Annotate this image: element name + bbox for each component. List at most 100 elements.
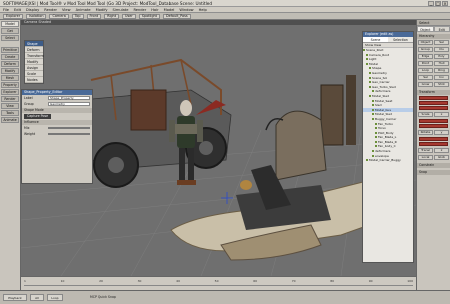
menu-render-2[interactable]: Render [133,8,146,12]
toolbar-spotlight-button[interactable]: Spotlight [138,13,161,19]
select-loop-button[interactable]: Loop [418,68,433,73]
explorer-tab-scene[interactable]: Scene [363,37,388,42]
group-field[interactable]: Geometry [48,102,90,106]
select-poly-button[interactable]: Poly [434,54,449,59]
node-icon [372,104,374,107]
menu-window[interactable]: Window [179,8,193,12]
node-icon [372,113,374,116]
left-tab-get[interactable]: Get [1,28,19,34]
scale-button[interactable]: Scale [418,112,433,117]
select-shrink-button[interactable]: Shrk [434,82,449,87]
select-sel-button[interactable]: Sel [434,40,449,45]
menu-render[interactable]: Render [44,8,57,12]
explorer-tab-selection[interactable]: Selection [388,37,413,42]
weight-slider[interactable] [48,133,90,135]
right-tab-object[interactable]: Object [417,26,434,32]
menu-hair[interactable]: Hair [151,8,158,12]
context-item-nodes[interactable]: Nodes [25,77,43,83]
select-all-button[interactable]: Sel [418,75,433,80]
toolbar-front-button[interactable]: Front [86,13,102,19]
menu-model[interactable]: Model [164,8,175,12]
select-edge-button[interactable]: Edge [418,54,433,59]
toolbar-top-button[interactable]: Top [71,13,84,19]
property-row-group: Group Geometry [22,101,92,107]
rotate-y-field[interactable] [419,124,448,128]
explorer-item[interactable]: Model_Carrier_Buggy [363,158,413,163]
snap-section[interactable]: Snap [417,170,450,175]
menu-display[interactable]: Display [26,8,39,12]
menu-edit[interactable]: Edit [14,8,21,12]
minimize-button[interactable]: _ [428,1,434,6]
mix-label: Mix [24,126,30,130]
transform-section[interactable]: Transform [417,90,450,95]
local-button[interactable]: Local [418,155,433,160]
translate-x-field[interactable] [419,137,448,141]
menu-help[interactable]: Help [199,8,207,12]
explorer-item-label: Model_Seat [375,98,393,103]
global-button[interactable]: Glob [434,155,449,160]
playback-button[interactable]: Playback [3,294,27,301]
mix-slider[interactable] [48,127,90,129]
left-tab-primitive[interactable]: Primitive [1,47,19,53]
select-grow-button[interactable]: Grow [418,82,433,87]
menu-file[interactable]: File [3,8,9,12]
translate-button[interactable]: Transl [418,148,433,153]
left-tab-model[interactable]: Model [1,21,19,27]
window-controls: _ □ × [428,1,448,6]
left-tab-deform[interactable]: Deform [1,61,19,67]
explorer-item-label: deformers [375,149,391,154]
left-tab-tools[interactable]: Tools [1,110,19,116]
select-group-button[interactable]: Group [418,47,433,52]
loop-button[interactable]: Loop [47,294,63,301]
toolbar-isolation-button[interactable]: Isolation [26,13,47,19]
left-tab-select[interactable]: Select [1,35,19,41]
rotate-button[interactable]: Rotate [418,130,433,135]
select-cluster-button[interactable]: Clu [434,47,449,52]
menu-animate[interactable]: Animate [76,8,91,12]
scale-x-field[interactable] [419,96,448,100]
select-invert-button[interactable]: Inv [434,75,449,80]
all-button[interactable]: All [30,294,44,301]
explorer-item-label: Light [369,57,377,62]
rotate-x-field[interactable] [419,119,448,123]
left-tab-mesh[interactable]: Mesh [1,75,19,81]
select-point-button[interactable]: Point [418,61,433,66]
select-object-button[interactable]: Object [418,40,433,45]
toolbar-explorer-button[interactable]: Explorer [3,13,24,19]
menu-modify[interactable]: Modify [96,8,108,12]
maximize-button[interactable]: □ [435,1,441,6]
scale-y-field[interactable] [419,101,448,105]
left-tab-explorer[interactable]: Explorer [1,89,19,95]
left-tab-render[interactable]: Render [1,96,19,102]
select-hull-button[interactable]: Hull [434,61,449,66]
explorer-item-label: Model_Carrier_Buggy [369,158,401,163]
label-field[interactable]: Shape_Property [48,96,90,100]
menu-simulate[interactable]: Simulate [113,8,129,12]
select-ring-button[interactable]: Ring [434,68,449,73]
scale-z-field[interactable] [419,106,448,110]
toolbar-right-button[interactable]: Right [104,13,120,19]
close-button[interactable]: × [442,1,448,6]
left-tab-create[interactable]: Create [1,54,19,60]
left-tab-view[interactable]: View [1,103,19,109]
node-icon [372,108,374,111]
y-axis-button[interactable]: y [434,130,449,135]
left-tab-property[interactable]: Property [1,82,19,88]
toolbar-user-button[interactable]: User [122,13,136,19]
z-axis-button[interactable]: z [434,148,449,153]
timeline[interactable]: 1 10 20 30 40 50 60 70 80 90 100 [21,276,416,290]
toolbar-pass-select[interactable]: Default_Pass [163,13,191,19]
timeline-track[interactable] [24,285,413,286]
right-tab-edit[interactable]: Edit [433,26,450,32]
left-tab-modify[interactable]: Modify [1,68,19,74]
toolbar-camera-button[interactable]: Camera [49,13,69,19]
left-tab-animate[interactable]: Animate [1,117,19,123]
rp-row: Transl z [417,147,450,154]
constrain-section[interactable]: Constrain [417,163,450,168]
node-icon [369,85,371,88]
translate-y-field[interactable] [419,142,448,146]
x-axis-button[interactable]: x [434,112,449,117]
capture-pose-button[interactable]: Capture Pose [24,113,52,119]
node-icon [363,49,365,51]
menu-view[interactable]: View [62,8,71,12]
